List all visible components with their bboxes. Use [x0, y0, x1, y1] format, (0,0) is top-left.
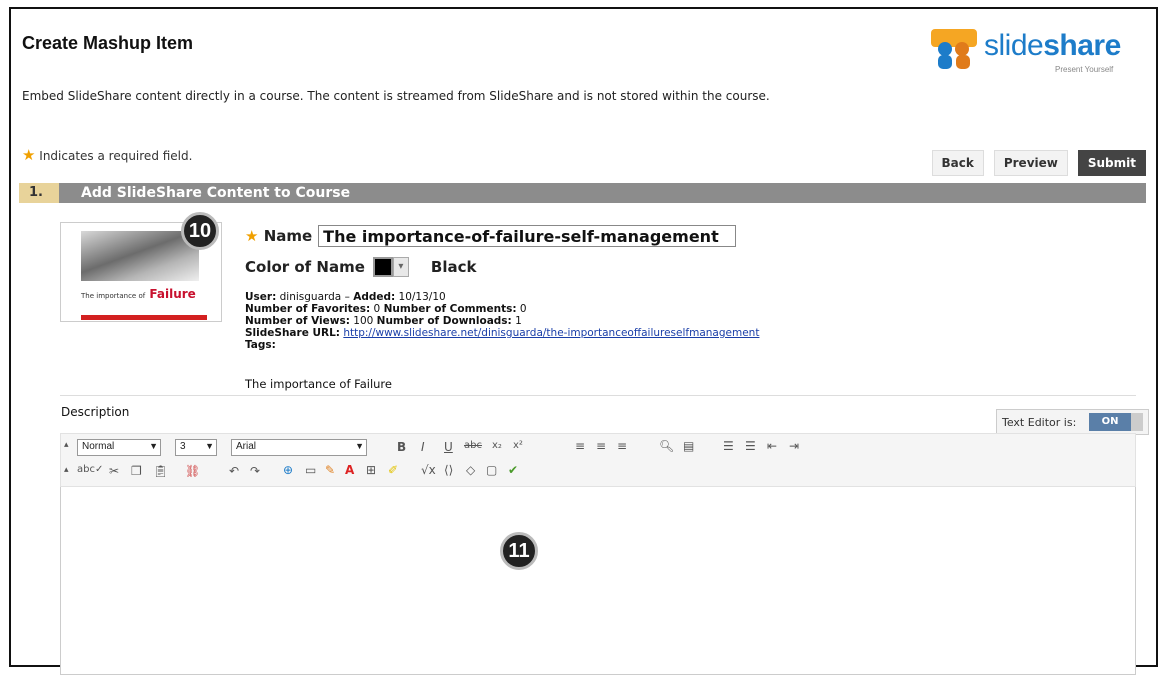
color-row: Color of Name ▾ Black — [245, 257, 477, 277]
callout-badge-10: 10 — [181, 212, 219, 250]
color-value: Black — [430, 258, 477, 276]
align-left-icon[interactable]: ≡ — [575, 439, 585, 453]
slideshare-url-link[interactable]: http://www.slideshare.net/dinisguarda/th… — [343, 327, 759, 339]
ordered-list-icon[interactable]: ☰ — [723, 439, 734, 453]
pencil-icon[interactable]: ✎ — [325, 463, 335, 477]
color-swatch[interactable] — [372, 257, 393, 277]
callout-badge-11: 11 — [500, 532, 538, 570]
html-icon[interactable]: ◇ — [466, 463, 475, 477]
action-buttons: Back Preview Submit — [931, 150, 1146, 176]
redo-icon[interactable]: ↷ — [250, 464, 260, 478]
divider — [60, 395, 1136, 396]
insert-link-icon[interactable]: ⊕ — [283, 463, 293, 477]
superscript-icon[interactable]: x² — [513, 440, 523, 451]
text-editor-toggle-label: Text Editor is: — [1002, 416, 1077, 429]
intro-text: Embed SlideShare content directly in a c… — [22, 89, 770, 103]
thumbnail-title: The importance of Failure — [81, 287, 196, 301]
step-title: Add SlideShare Content to Course — [81, 185, 351, 201]
back-button[interactable]: Back — [931, 150, 984, 176]
undo-icon[interactable]: ↶ — [229, 464, 239, 478]
align-right-icon[interactable]: ≡ — [617, 439, 627, 453]
paste-icon[interactable]: 📋︎ — [153, 464, 168, 478]
description-editor-area[interactable] — [60, 487, 1136, 675]
required-note: ★ Indicates a required field. — [22, 146, 192, 164]
font-family-select[interactable]: Arial ▼ — [231, 439, 367, 456]
color-label: Color of Name — [245, 258, 365, 276]
strikethrough-icon[interactable]: abc — [464, 440, 482, 451]
name-row: ★ Name — [245, 225, 737, 247]
collapse-row-icon[interactable]: ▴ — [64, 465, 69, 475]
outdent-icon[interactable]: ⇤ — [767, 439, 777, 453]
slideshow-meta: User: dinisguarda – Added: 10/13/10 Numb… — [245, 291, 760, 351]
copy-icon[interactable]: ❐ — [131, 464, 142, 478]
page-title: Create Mashup Item — [22, 33, 194, 53]
find-icon[interactable]: 🔍︎ — [659, 439, 674, 453]
slideshare-logo: slideshare Present Yourself — [929, 27, 1139, 77]
unordered-list-icon[interactable]: ☰ — [745, 439, 756, 453]
slideshare-logo-icon — [931, 29, 977, 69]
font-size-select[interactable]: 3 ▼ — [175, 439, 217, 456]
preview-icon[interactable]: ▢ — [486, 463, 497, 477]
thumbnail-photo — [81, 231, 199, 281]
page-frame: Create Mashup Item slideshare Present Yo… — [9, 7, 1158, 675]
italic-icon[interactable]: I — [421, 440, 425, 454]
logo-tagline: Present Yourself — [1055, 65, 1114, 74]
submit-button[interactable]: Submit — [1077, 150, 1146, 176]
thumbnail-red-bar — [81, 315, 207, 320]
align-center-icon[interactable]: ≡ — [596, 439, 606, 453]
format-select[interactable]: Normal ▼ — [77, 439, 161, 456]
toggle-knob[interactable] — [1131, 413, 1143, 431]
insert-image-icon[interactable]: ⊞ — [366, 463, 376, 477]
tags-value: The importance of Failure — [245, 377, 392, 391]
required-star-icon: ★ — [22, 146, 36, 164]
required-star-icon: ★ — [245, 227, 259, 245]
text-editor-on-state[interactable]: ON — [1089, 413, 1131, 431]
name-input[interactable] — [318, 225, 737, 247]
text-color-icon[interactable]: A — [345, 463, 354, 477]
mashup-icon[interactable]: ✔ — [508, 463, 518, 477]
step-header: 1. Add SlideShare Content to Course — [19, 183, 1146, 203]
color-picker-button[interactable]: ▾ — [392, 257, 409, 277]
bold-icon[interactable]: B — [397, 440, 406, 454]
indent-icon[interactable]: ⇥ — [789, 439, 799, 453]
embed-icon[interactable]: ⟨⟩ — [444, 463, 453, 477]
collapse-toolbar-icon[interactable]: ▴ — [64, 440, 69, 450]
spellcheck-icon[interactable]: abc✓ — [77, 464, 103, 475]
math-icon[interactable]: √x — [421, 463, 436, 477]
preview-button[interactable]: Preview — [993, 150, 1068, 176]
subscript-icon[interactable]: x₂ — [492, 440, 502, 451]
step-number: 1. — [19, 183, 59, 203]
name-label: Name — [263, 227, 313, 245]
insert-table-icon[interactable]: ▭ — [305, 463, 316, 477]
editor-toolbar: ▴ Normal ▼ 3 ▼ Arial ▼ B I U abc x₂ x² ≡ ≡ … — [60, 433, 1136, 487]
unlink-icon[interactable]: ⛓ — [185, 464, 200, 478]
text-editor-toggle[interactable]: Text Editor is: ON — [996, 409, 1149, 435]
logo-wordmark: slideshare — [984, 29, 1121, 62]
highlight-icon[interactable]: ✐ — [388, 463, 398, 477]
cut-icon[interactable]: ✂ — [109, 464, 119, 478]
required-note-text: Indicates a required field. — [39, 149, 193, 163]
underline-icon[interactable]: U — [444, 440, 453, 454]
replace-icon[interactable]: ▤ — [683, 439, 694, 453]
description-label: Description — [61, 405, 130, 419]
